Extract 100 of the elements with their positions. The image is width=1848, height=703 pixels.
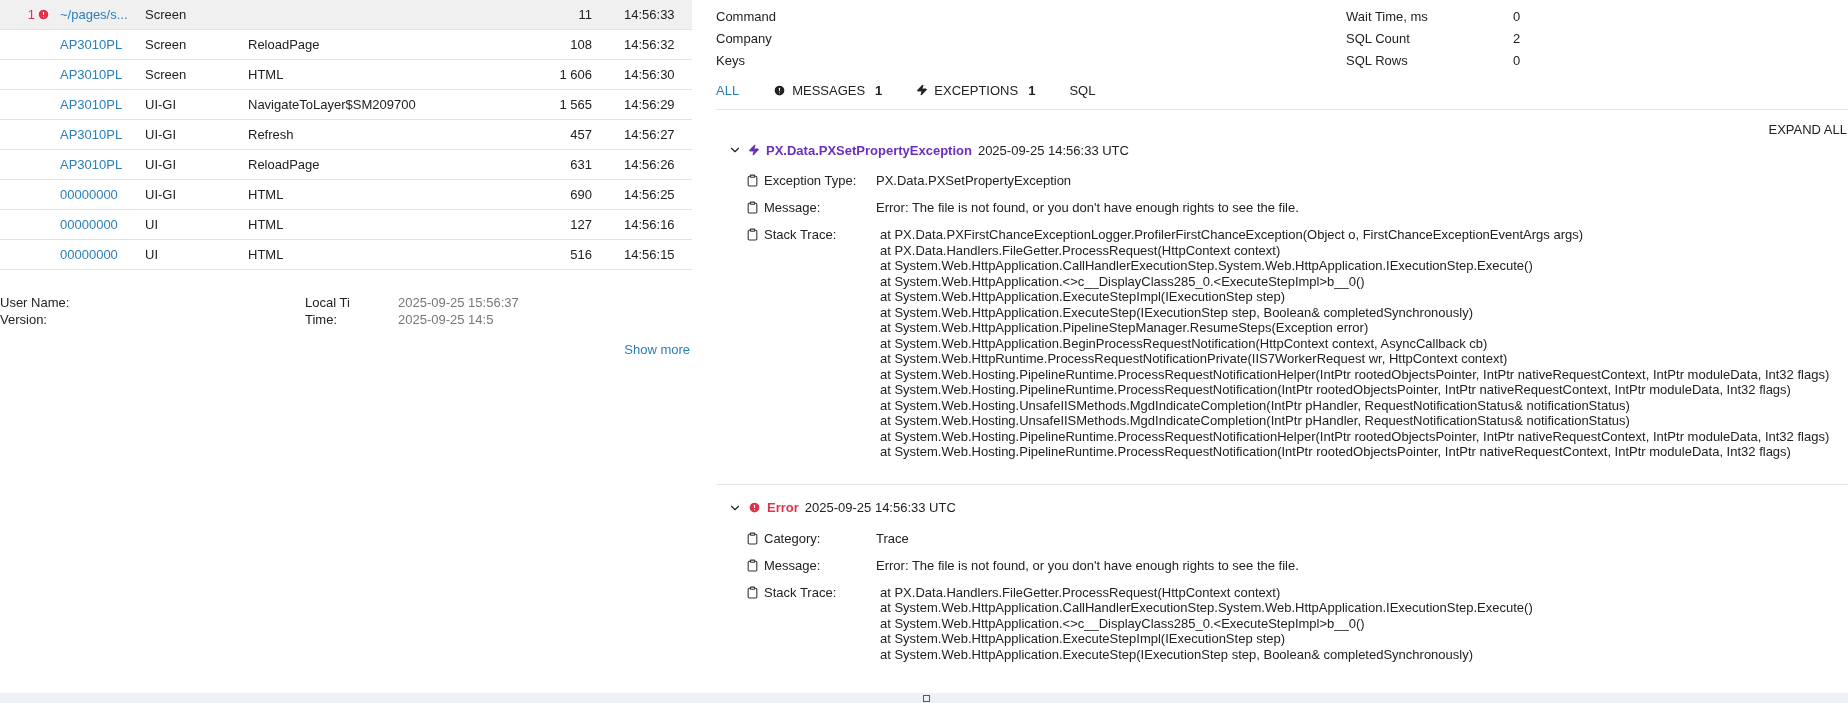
request-action: HTML bbox=[248, 67, 284, 82]
stack-trace-line: at PX.Data.PXFirstChanceExceptionLogger.ProfilerFirstChanceException(Object o, FirstChanceExceptionEventArgs args) bbox=[880, 227, 1585, 243]
clipboard-icon[interactable] bbox=[746, 558, 759, 572]
clipboard-icon[interactable] bbox=[746, 228, 759, 241]
screen-link[interactable]: ~/pages/s... bbox=[60, 7, 145, 22]
event-timestamp: 2025-09-25 14:56:33 UTC bbox=[977, 142, 1129, 158]
stack-trace-line: at System.Web.Hosting.PipelineRuntime.ProcessRequestNotificationHelper(IntPtr rootedObjectsPointer, IntPtr nativeRequestContext, IntPtr moduleData, Int32 flags) bbox=[880, 366, 1831, 382]
clipboard-icon[interactable] bbox=[746, 201, 759, 214]
request-time: 14:56:15 bbox=[623, 247, 676, 262]
screen-link[interactable]: AP3010PL bbox=[60, 157, 145, 172]
request-action: HTML bbox=[248, 247, 284, 262]
stack-trace-line: at System.Web.HttpApplication.ExecuteStep(IExecutionStep step, Boolean& completedSynchronously) bbox=[880, 646, 1475, 662]
field-value: Trace bbox=[876, 530, 910, 546]
screen-link[interactable]: 00000000 bbox=[60, 247, 145, 262]
stack-trace-line: at System.Web.HttpApplication.PipelineStepManager.ResumeSteps(Exception error) bbox=[880, 320, 1370, 336]
lightning-icon bbox=[748, 144, 760, 156]
stack-trace-line: at System.Web.HttpApplication.BeginProcessRequestNotification(HttpContext context, AsyncCallback cb) bbox=[880, 335, 1489, 351]
detail-value: 0 bbox=[1513, 8, 1521, 24]
clipboard-icon[interactable] bbox=[746, 174, 759, 187]
env-label: Local Ti bbox=[305, 294, 351, 311]
event-timestamp: 2025-09-25 14:56:33 UTC bbox=[804, 500, 956, 515]
filter-tab[interactable]: EXCEPTIONS 1 bbox=[916, 82, 1036, 98]
filter-tab[interactable]: MESSAGES 1 bbox=[773, 82, 883, 98]
screen-link[interactable]: 00000000 bbox=[60, 187, 145, 202]
stack-trace-line: at PX.Data.Handlers.FileGetter.ProcessRequest(HttpContext context) bbox=[880, 242, 1282, 258]
request-type: UI-GI bbox=[145, 157, 178, 172]
request-count: 631 bbox=[569, 157, 592, 172]
env-value: 2025-09-25 15:56:37 bbox=[398, 294, 519, 311]
resize-handle-icon[interactable] bbox=[922, 694, 930, 702]
detail-label: Keys bbox=[716, 52, 746, 68]
request-type: Screen bbox=[145, 37, 188, 52]
stack-trace-line: at System.Web.Hosting.UnsafeIISMethods.MgdIndicateCompletion(IntPtr pHandler, RequestNotificationStatus& notificationStatus) bbox=[880, 413, 1631, 429]
stack-trace-line: at System.Web.HttpApplication.<>c__DisplayClass285_0.<ExecuteStepImpl>b__0() bbox=[880, 615, 1366, 631]
field-value: Error: The file is not found, or you don't have enough rights to see the file. bbox=[876, 557, 1300, 573]
stack-trace-line: at System.Web.HttpApplication.ExecuteStepImpl(IExecutionStep step) bbox=[880, 631, 1287, 647]
stack-trace-line: at System.Web.Hosting.PipelineRuntime.ProcessRequestNotification(IntPtr rootedObjectsPointer, IntPtr nativeRequestContext, IntPtr moduleData, Int32 flags) bbox=[880, 382, 1792, 398]
request-count: 516 bbox=[569, 247, 592, 262]
request-count: 127 bbox=[569, 217, 592, 232]
field-value: PX.Data.PXSetPropertyException bbox=[876, 173, 1073, 188]
detail-value: 2 bbox=[1513, 30, 1521, 46]
alert-icon bbox=[773, 83, 787, 97]
request-time: 14:56:32 bbox=[623, 37, 676, 52]
lightning-icon bbox=[916, 84, 929, 96]
stack-trace-line: at PX.Data.Handlers.FileGetter.ProcessRequest(HttpContext context) bbox=[880, 584, 1282, 600]
stack-trace-line: at System.Web.Hosting.UnsafeIISMethods.MgdIndicateCompletion(IntPtr pHandler, RequestNotificationStatus& notificationStatus) bbox=[880, 397, 1631, 413]
event-title: Error bbox=[767, 500, 799, 515]
field-label: Stack Trace: bbox=[764, 584, 838, 600]
field-label: Message: bbox=[764, 200, 822, 215]
request-count: 1 565 bbox=[558, 97, 592, 112]
request-type: UI-GI bbox=[145, 97, 178, 112]
screen-link[interactable]: AP3010PL bbox=[60, 67, 145, 82]
alert-icon bbox=[748, 501, 761, 514]
request-time: 14:56:26 bbox=[623, 157, 676, 172]
stack-trace-line: at System.Web.HttpApplication.CallHandlerExecutionStep.System.Web.HttpApplication.IExecutionStep.Execute() bbox=[880, 600, 1534, 616]
env-label: Version: bbox=[0, 311, 48, 328]
filter-tab[interactable]: SQL bbox=[1069, 82, 1096, 98]
request-action: HTML bbox=[248, 187, 284, 202]
request-action: ReloadPage bbox=[248, 37, 320, 52]
clipboard-icon[interactable] bbox=[746, 531, 759, 545]
field-label: Stack Trace: bbox=[764, 227, 838, 242]
detail-label: SQL Count bbox=[1346, 30, 1411, 46]
request-type: UI-GI bbox=[145, 187, 178, 202]
stack-trace-line: at System.Web.Hosting.PipelineRuntime.ProcessRequestNotification(IntPtr rootedObjectsPointer, IntPtr nativeRequestContext, IntPtr moduleData, Int32 flags) bbox=[880, 444, 1792, 460]
detail-label: Company bbox=[716, 30, 773, 46]
expand-all-button[interactable]: EXPAND ALL bbox=[1768, 122, 1847, 137]
request-action: Refresh bbox=[248, 127, 294, 142]
detail-label: Wait Time, ms bbox=[1346, 8, 1429, 24]
request-row[interactable]: 1 ~/pages/s... Screen 11 14:56:33 bbox=[0, 0, 692, 30]
stack-trace-line: at System.Web.HttpApplication.ExecuteStepImpl(IExecutionStep step) bbox=[880, 289, 1287, 305]
request-type: UI bbox=[145, 217, 159, 232]
screen-link[interactable]: AP3010PL bbox=[60, 37, 145, 52]
detail-value: 0 bbox=[1513, 52, 1521, 68]
detail-label: Command bbox=[716, 8, 777, 24]
request-type: UI bbox=[145, 247, 159, 262]
screen-link[interactable]: AP3010PL bbox=[60, 127, 145, 142]
request-type: Screen bbox=[145, 7, 188, 22]
request-count: 11 bbox=[577, 7, 592, 22]
request-action: ReloadPage bbox=[248, 157, 320, 172]
request-time: 14:56:27 bbox=[623, 127, 676, 142]
stack-trace-line: at System.Web.HttpApplication.CallHandlerExecutionStep.System.Web.HttpApplication.IExecutionStep.Execute() bbox=[880, 258, 1534, 274]
request-count: 108 bbox=[569, 37, 592, 52]
stack-trace-line: at System.Web.HttpApplication.ExecuteStep(IExecutionStep step, Boolean& completedSynchronously) bbox=[880, 304, 1475, 320]
field-label: Category: bbox=[764, 530, 822, 546]
field-label: Exception Type: bbox=[764, 173, 858, 188]
field-label: Message: bbox=[764, 557, 822, 573]
field-value: Error: The file is not found, or you don't have enough rights to see the file. bbox=[876, 200, 1300, 215]
request-type: UI-GI bbox=[145, 127, 178, 142]
clipboard-icon[interactable] bbox=[746, 585, 759, 599]
request-type: Screen bbox=[145, 67, 188, 82]
env-value: 2025-09-25 14:5 bbox=[398, 311, 494, 328]
show-more-link[interactable]: Show more bbox=[624, 342, 690, 357]
filter-tab[interactable]: ALL bbox=[716, 82, 740, 98]
request-time: 14:56:30 bbox=[623, 67, 676, 82]
screen-link[interactable]: 00000000 bbox=[60, 217, 145, 232]
screen-link[interactable]: AP3010PL bbox=[60, 97, 145, 112]
request-action: NavigateToLayer$SM209700 bbox=[248, 97, 416, 112]
request-count: 1 606 bbox=[558, 67, 592, 82]
env-label: User Name: bbox=[0, 294, 71, 311]
stack-trace-line: at System.Web.HttpRuntime.ProcessRequestNotificationPrivate(IIS7WorkerRequest wr, HttpContext context) bbox=[880, 351, 1509, 367]
request-time: 14:56:29 bbox=[623, 97, 676, 112]
